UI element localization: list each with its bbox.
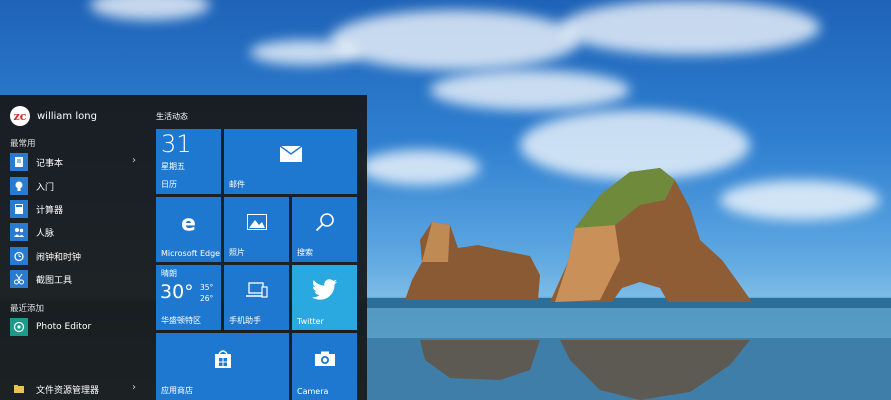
app-label: 闹钟和时钟 xyxy=(36,252,82,263)
tile-calendar[interactable]: 31 星期五 日历 xyxy=(156,129,221,194)
tile-store[interactable]: 应用商店 xyxy=(156,333,289,400)
scissors-icon xyxy=(10,270,28,288)
tile-label: Camera xyxy=(297,387,329,396)
tile-label: Twitter xyxy=(297,317,324,326)
most-used-heading: 最常用 xyxy=(10,139,36,149)
mail-icon xyxy=(279,145,302,166)
tile-search[interactable]: 搜索 xyxy=(292,197,357,262)
weather-high: 35° xyxy=(200,283,214,292)
app-label: 入门 xyxy=(36,182,55,193)
tile-camera[interactable]: Camera xyxy=(292,333,357,400)
tiles-group-title: 生活动态 xyxy=(156,112,188,121)
store-bag-icon xyxy=(214,349,232,373)
tile-label: 华盛顿特区 xyxy=(161,316,201,325)
notepad-icon xyxy=(10,153,28,171)
chevron-right-icon[interactable]: › xyxy=(132,382,136,393)
app-label: 记事本 xyxy=(36,158,64,169)
calendar-day: 31 xyxy=(161,130,192,158)
app-label: 人脉 xyxy=(36,228,55,239)
edge-icon: e xyxy=(181,211,196,237)
tile-label: Microsoft Edge xyxy=(161,249,221,258)
recently-added-heading: 最近添加 xyxy=(10,304,45,314)
app-notepad[interactable]: 记事本 › xyxy=(10,152,140,172)
start-left-pane: zc william long 最常用 记事本 › 入门 计算器 人脉 闹钟和时… xyxy=(0,95,147,400)
user-account[interactable]: zc william long xyxy=(10,106,97,126)
app-snipping-tool[interactable]: 截图工具 xyxy=(10,269,140,289)
weather-low: 26° xyxy=(200,294,214,303)
app-label: 计算器 xyxy=(36,205,64,216)
weather-condition: 晴朗 xyxy=(161,269,177,278)
tile-photos[interactable]: 照片 xyxy=(224,197,289,262)
user-name: william long xyxy=(37,110,97,122)
app-label: Photo Editor xyxy=(36,322,92,332)
tile-label: 应用商店 xyxy=(161,386,193,395)
app-people[interactable]: 人脉 xyxy=(10,222,140,242)
phone-laptop-icon xyxy=(245,282,268,302)
start-menu: zc william long 最常用 记事本 › 入门 计算器 人脉 闹钟和时… xyxy=(0,95,367,400)
avatar: zc xyxy=(10,106,30,126)
tile-label: 日历 xyxy=(161,180,177,189)
app-label: 截图工具 xyxy=(36,275,73,286)
app-label: 文件资源管理器 xyxy=(36,385,100,396)
tile-weather[interactable]: 晴朗 30° 35° 26° 华盛顿特区 xyxy=(156,265,221,330)
search-icon xyxy=(315,212,335,236)
camera-icon xyxy=(314,351,336,371)
tile-label: 邮件 xyxy=(229,180,245,189)
app-file-explorer[interactable]: 文件资源管理器 › xyxy=(10,379,140,399)
app-photo-editor[interactable]: Photo Editor xyxy=(10,317,140,337)
tile-phone-companion[interactable]: 手机助手 xyxy=(224,265,289,330)
tile-label: 照片 xyxy=(229,248,245,257)
lightbulb-icon xyxy=(10,177,28,195)
tile-mail[interactable]: 邮件 xyxy=(224,129,357,194)
tile-label: 搜索 xyxy=(297,248,313,257)
people-icon xyxy=(10,223,28,241)
calendar-weekday: 星期五 xyxy=(161,162,185,171)
tile-edge[interactable]: e Microsoft Edge xyxy=(156,197,221,262)
app-calculator[interactable]: 计算器 xyxy=(10,199,140,219)
tile-twitter[interactable]: Twitter xyxy=(292,265,357,330)
calculator-icon xyxy=(10,200,28,218)
alarm-clock-icon xyxy=(10,247,28,265)
photo-editor-icon xyxy=(10,318,28,336)
app-get-started[interactable]: 入门 xyxy=(10,176,140,196)
chevron-right-icon[interactable]: › xyxy=(132,155,136,166)
weather-temp: 30° xyxy=(160,281,194,303)
tile-label: 手机助手 xyxy=(229,316,261,325)
app-alarms[interactable]: 闹钟和时钟 xyxy=(10,246,140,266)
folder-icon xyxy=(10,380,28,398)
photos-icon xyxy=(246,214,267,234)
twitter-bird-icon xyxy=(311,279,339,305)
